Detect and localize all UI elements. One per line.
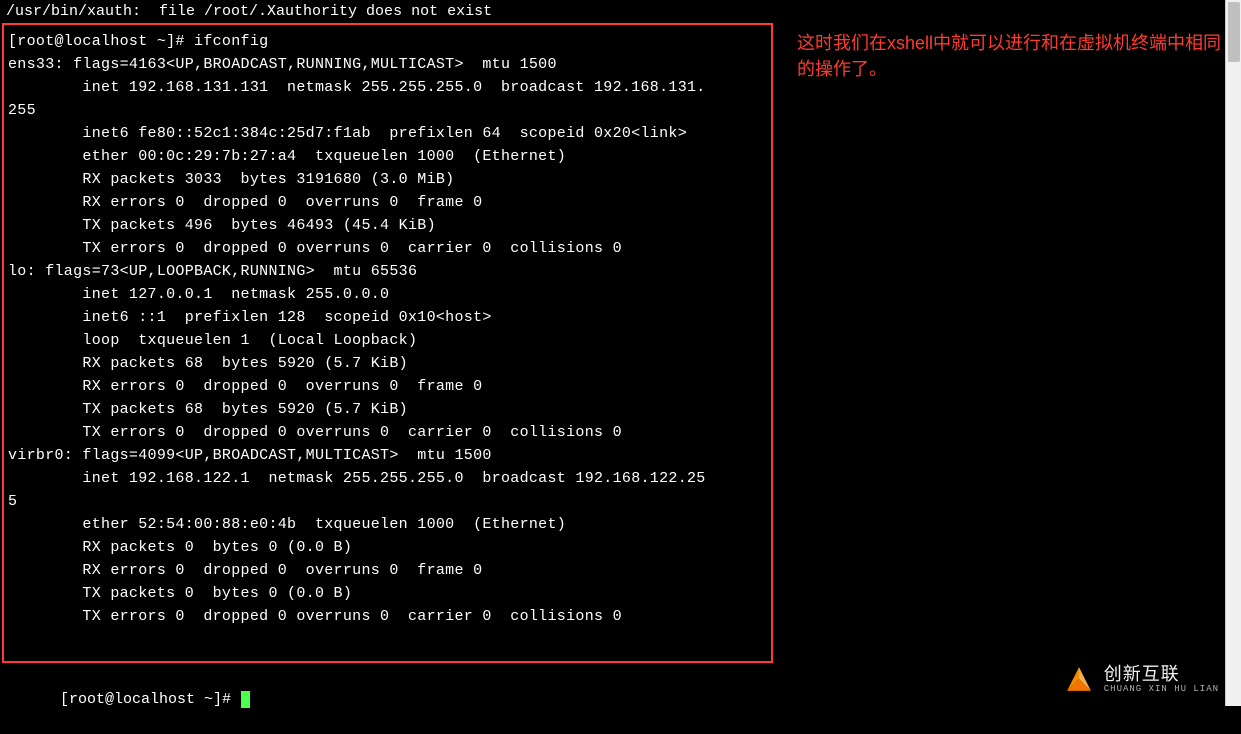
terminal-line: RX packets 3033 bytes 3191680 (3.0 MiB) — [8, 168, 767, 191]
terminal-output-box[interactable]: [root@localhost ~]# ifconfig ens33: flag… — [2, 23, 773, 663]
watermark-sub: CHUANG XIN HU LIAN — [1104, 685, 1219, 694]
terminal-line: TX packets 0 bytes 0 (0.0 B) — [8, 582, 767, 605]
terminal-line: TX errors 0 dropped 0 overruns 0 carrier… — [8, 421, 767, 444]
terminal-line: 5 — [8, 490, 767, 513]
terminal-line: inet 127.0.0.1 netmask 255.0.0.0 — [8, 283, 767, 306]
terminal-line: inet 192.168.131.131 netmask 255.255.255… — [8, 76, 767, 99]
page-root: /usr/bin/xauth: file /root/.Xauthority d… — [0, 0, 1241, 706]
terminal-line: 255 — [8, 99, 767, 122]
logo-icon — [1062, 662, 1096, 696]
terminal-header-line: /usr/bin/xauth: file /root/.Xauthority d… — [0, 0, 775, 23]
terminal-line: ether 00:0c:29:7b:27:a4 txqueuelen 1000 … — [8, 145, 767, 168]
scrollbar-thumb[interactable] — [1228, 2, 1240, 62]
terminal-line: RX errors 0 dropped 0 overruns 0 frame 0 — [8, 375, 767, 398]
annotation-column: 这时我们在xshell中就可以进行和在虚拟机终端中相同的操作了。 — [775, 0, 1241, 706]
terminal-line: RX errors 0 dropped 0 overruns 0 frame 0 — [8, 559, 767, 582]
terminal-line: RX packets 68 bytes 5920 (5.7 KiB) — [8, 352, 767, 375]
annotation-text: 这时我们在xshell中就可以进行和在虚拟机终端中相同的操作了。 — [797, 30, 1231, 82]
terminal-line: TX packets 68 bytes 5920 (5.7 KiB) — [8, 398, 767, 421]
watermark-main: 创新互联 — [1104, 665, 1219, 683]
terminal-line: lo: flags=73<UP,LOOPBACK,RUNNING> mtu 65… — [8, 260, 767, 283]
cursor-icon — [241, 691, 250, 708]
terminal-line: TX errors 0 dropped 0 overruns 0 carrier… — [8, 605, 767, 628]
terminal-column: /usr/bin/xauth: file /root/.Xauthority d… — [0, 0, 775, 706]
terminal-line: ether 52:54:00:88:e0:4b txqueuelen 1000 … — [8, 513, 767, 536]
terminal-line: inet6 fe80::52c1:384c:25d7:f1ab prefixle… — [8, 122, 767, 145]
terminal-line: ens33: flags=4163<UP,BROADCAST,RUNNING,M… — [8, 53, 767, 76]
watermark: 创新互联 CHUANG XIN HU LIAN — [1062, 662, 1219, 696]
watermark-text: 创新互联 CHUANG XIN HU LIAN — [1104, 665, 1219, 694]
terminal-line: inet6 ::1 prefixlen 128 scopeid 0x10<hos… — [8, 306, 767, 329]
terminal-prompt[interactable]: [root@localhost ~]# — [0, 663, 775, 734]
vertical-scrollbar[interactable] — [1225, 0, 1241, 706]
terminal-line: TX errors 0 dropped 0 overruns 0 carrier… — [8, 237, 767, 260]
terminal-line: TX packets 496 bytes 46493 (45.4 KiB) — [8, 214, 767, 237]
terminal-line: RX packets 0 bytes 0 (0.0 B) — [8, 536, 767, 559]
terminal-line: virbr0: flags=4099<UP,BROADCAST,MULTICAS… — [8, 444, 767, 467]
terminal-line: RX errors 0 dropped 0 overruns 0 frame 0 — [8, 191, 767, 214]
terminal-line: [root@localhost ~]# ifconfig — [8, 30, 767, 53]
prompt-text: [root@localhost ~]# — [60, 691, 240, 708]
terminal-line: loop txqueuelen 1 (Local Loopback) — [8, 329, 767, 352]
terminal-line: inet 192.168.122.1 netmask 255.255.255.0… — [8, 467, 767, 490]
